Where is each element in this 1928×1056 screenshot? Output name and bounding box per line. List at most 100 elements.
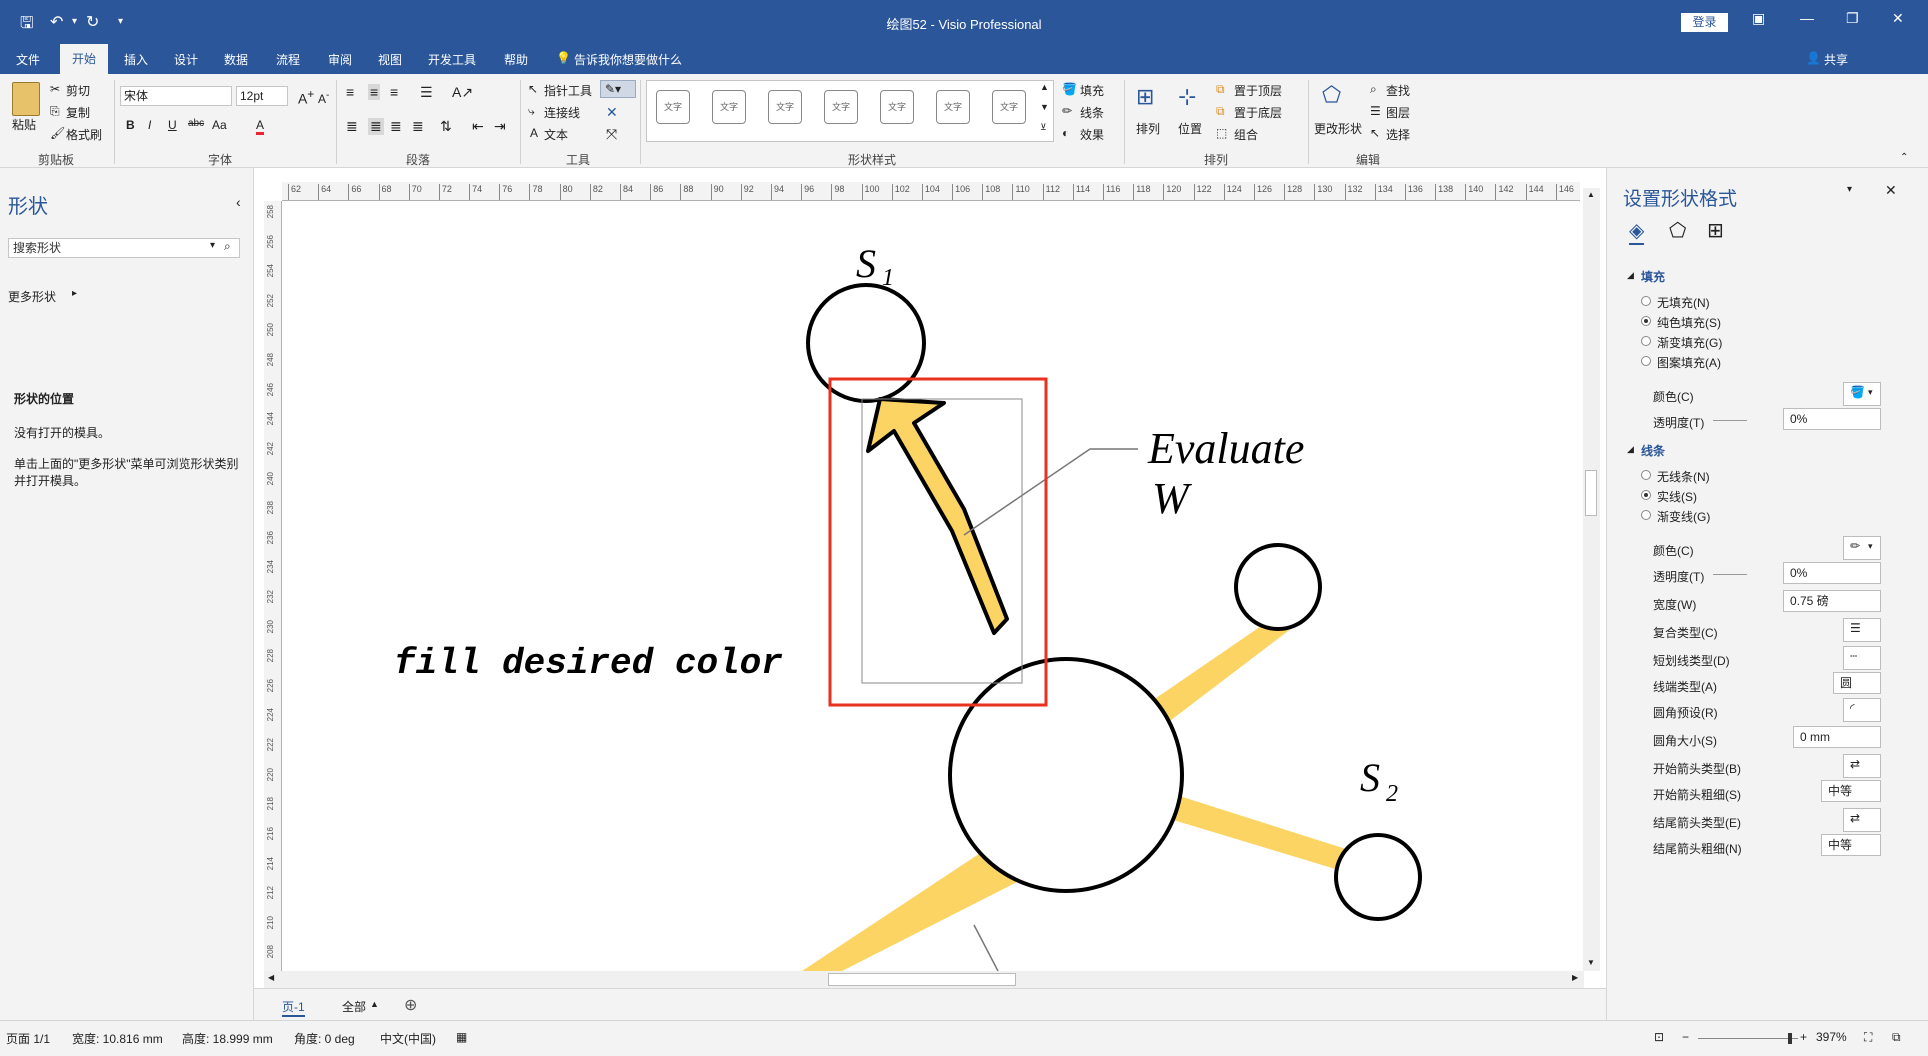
select-button[interactable]: 选择 xyxy=(1386,126,1410,143)
zoom-level[interactable]: 397% xyxy=(1816,1030,1847,1044)
text-direction-icon[interactable]: A↗ xyxy=(452,84,473,101)
collapse-panel-icon[interactable]: ‹ xyxy=(236,194,241,210)
search-shapes-input[interactable]: 搜索形状 xyxy=(8,238,240,258)
send-to-back-button[interactable]: 置于底层 xyxy=(1234,104,1282,121)
paste-icon[interactable] xyxy=(12,82,40,116)
pencil-tool-button[interactable]: ✎▾ xyxy=(600,80,636,98)
shape-style-swatch[interactable]: 文字 xyxy=(880,90,914,124)
line-section-header[interactable]: 线条 xyxy=(1641,442,1665,459)
zoom-slider-thumb[interactable] xyxy=(1788,1033,1792,1044)
shrink-font-icon[interactable]: A- xyxy=(318,90,329,106)
end-arrow-type-button[interactable]: ⇄ xyxy=(1843,808,1881,832)
zoom-in-icon[interactable]: + xyxy=(1800,1030,1807,1044)
group-button[interactable]: 组合 xyxy=(1234,126,1258,143)
change-case-button[interactable]: Aa xyxy=(212,118,227,132)
shape-style-swatch[interactable]: 文字 xyxy=(936,90,970,124)
bring-to-front-button[interactable]: 置于顶层 xyxy=(1234,82,1282,99)
vertical-scroll-thumb[interactable] xyxy=(1585,470,1597,516)
node-s1[interactable] xyxy=(806,283,926,403)
line-transparency-slider[interactable] xyxy=(1713,574,1747,575)
rounding-preset-button[interactable]: ◜ xyxy=(1843,698,1881,722)
align-middle-icon[interactable]: ≡ xyxy=(368,84,381,100)
fill-button[interactable]: 填充 xyxy=(1080,82,1104,99)
yellow-arrow-shape[interactable] xyxy=(866,397,1009,635)
text-tool-button[interactable]: 文本 xyxy=(544,126,568,143)
scroll-right-icon[interactable]: ▶ xyxy=(1572,973,1578,982)
tab-design[interactable]: 设计 xyxy=(174,51,198,68)
align-top-icon[interactable]: ≡ xyxy=(346,84,354,100)
radio-solid-fill[interactable] xyxy=(1641,316,1651,326)
shape-style-swatch[interactable]: 文字 xyxy=(824,90,858,124)
tab-page-1[interactable]: 页-1 xyxy=(282,998,305,1017)
compound-type-button[interactable]: ☰ xyxy=(1843,618,1881,642)
search-dropdown-icon[interactable]: ▾ xyxy=(210,240,215,251)
radio-gradient-line[interactable] xyxy=(1641,510,1651,520)
underline-button[interactable]: U xyxy=(168,118,177,132)
all-pages-button[interactable]: 全部 xyxy=(342,998,366,1015)
font-size-combo[interactable]: 12pt xyxy=(236,86,288,106)
end-arrow-size-select[interactable]: 中等 xyxy=(1821,834,1881,856)
node-s2[interactable] xyxy=(1334,833,1422,921)
size-properties-tab-icon[interactable]: ⊞ xyxy=(1707,218,1724,243)
vertical-scrollbar[interactable]: ▲ ▼ xyxy=(1583,188,1600,971)
horizontal-scrollbar[interactable]: ◀ ▶ xyxy=(264,971,1584,988)
line-width-input[interactable]: 0.75 磅 xyxy=(1783,590,1881,612)
more-shapes-menu[interactable]: 更多形状 xyxy=(8,288,56,305)
fill-color-button[interactable]: 🪣 ▾ xyxy=(1843,382,1881,406)
expand-fill-icon[interactable]: ◢ xyxy=(1627,270,1634,281)
layers-button[interactable]: 图层 xyxy=(1386,104,1410,121)
macro-record-icon[interactable]: ▦ xyxy=(456,1030,467,1044)
radio-pattern-fill[interactable] xyxy=(1641,356,1651,366)
scroll-down-icon[interactable]: ▼ xyxy=(1587,958,1595,967)
cut-button[interactable]: 剪切 xyxy=(66,82,90,99)
font-name-combo[interactable]: 宋体 xyxy=(120,86,232,106)
cap-type-select[interactable]: 圆 xyxy=(1833,672,1881,694)
expand-line-icon[interactable]: ◢ xyxy=(1627,444,1634,455)
zoom-slider[interactable] xyxy=(1698,1038,1798,1039)
connection-point-icon[interactable]: ⤧ xyxy=(606,126,617,143)
fit-page-icon[interactable]: ⛶ xyxy=(1864,1030,1872,1045)
fill-line-tab-icon[interactable]: ◈ xyxy=(1629,218,1645,245)
begin-arrow-type-button[interactable]: ⇄ xyxy=(1843,754,1881,778)
shape-style-swatch[interactable]: 文字 xyxy=(656,90,690,124)
search-icon[interactable]: ⌕ xyxy=(224,239,231,254)
minimize-icon[interactable]: — xyxy=(1800,10,1814,26)
bullets-icon[interactable]: ☰ xyxy=(420,84,433,101)
tab-data[interactable]: 数据 xyxy=(224,51,248,68)
fill-section-header[interactable]: 填充 xyxy=(1641,268,1665,285)
restore-icon[interactable]: ❐ xyxy=(1846,10,1859,27)
begin-arrow-size-select[interactable]: 中等 xyxy=(1821,780,1881,802)
status-language[interactable]: 中文(中国) xyxy=(380,1030,436,1047)
drawing-canvas[interactable]: Evaluate W S 1 S 2 fill desired color xyxy=(282,201,1580,971)
scroll-up-icon[interactable]: ▲ xyxy=(1587,190,1595,199)
radio-solid-line[interactable] xyxy=(1641,490,1651,500)
zoom-out-icon[interactable]: − xyxy=(1682,1030,1689,1044)
arrange-button[interactable]: 排列 xyxy=(1136,120,1160,137)
close-tool-icon[interactable]: ✕ xyxy=(606,104,618,121)
tab-home[interactable]: 开始 xyxy=(60,44,109,74)
share-button[interactable]: 共享 xyxy=(1824,51,1848,68)
node-right-top[interactable] xyxy=(1234,543,1322,631)
paste-button-label[interactable]: 粘贴 xyxy=(12,116,36,133)
effects-tab-icon[interactable]: ⬠ xyxy=(1669,218,1686,243)
radio-no-fill[interactable] xyxy=(1641,296,1651,306)
italic-button[interactable]: I xyxy=(148,118,151,132)
tab-view[interactable]: 视图 xyxy=(378,51,402,68)
line-spacing-icon[interactable]: ⇅ xyxy=(440,118,452,135)
tab-insert[interactable]: 插入 xyxy=(124,51,148,68)
radio-no-line[interactable] xyxy=(1641,470,1651,480)
scroll-left-icon[interactable]: ◀ xyxy=(268,973,274,982)
shape-style-swatch[interactable]: 文字 xyxy=(712,90,746,124)
tab-process[interactable]: 流程 xyxy=(276,51,300,68)
decrease-indent-icon[interactable]: ⇤ xyxy=(472,118,484,135)
panel-options-icon[interactable]: ▾ xyxy=(1847,184,1852,195)
bold-button[interactable]: B xyxy=(126,118,135,132)
line-color-button[interactable]: ✏ ▾ xyxy=(1843,536,1881,560)
change-shape-button[interactable]: 更改形状 xyxy=(1314,120,1362,137)
node-center[interactable] xyxy=(948,657,1184,893)
close-panel-icon[interactable]: ✕ xyxy=(1885,182,1897,199)
horizontal-scroll-thumb[interactable] xyxy=(828,973,1016,986)
position-button[interactable]: 位置 xyxy=(1178,120,1202,137)
font-color-button[interactable]: A xyxy=(256,118,265,135)
tab-file[interactable]: 文件 xyxy=(16,51,40,68)
